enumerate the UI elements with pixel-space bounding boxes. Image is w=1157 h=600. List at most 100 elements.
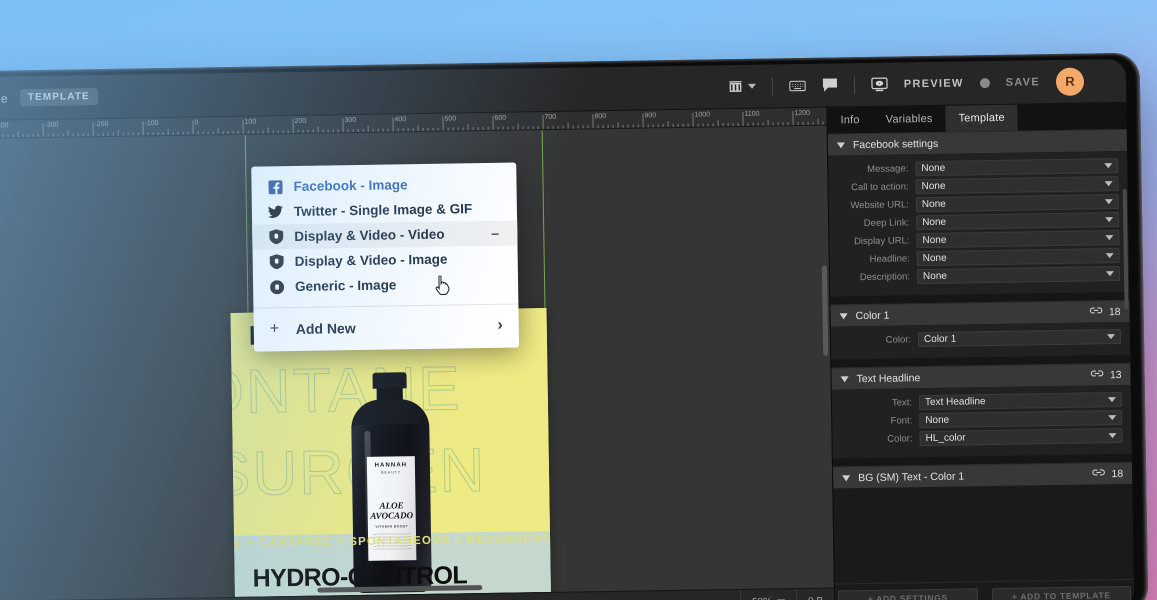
ruler-minor-tick (132, 132, 134, 136)
ruler-minor-tick (112, 132, 114, 136)
ruler-minor-tick (822, 121, 824, 125)
ruler-minor-tick (27, 134, 29, 138)
ruler-minor-tick (272, 130, 274, 134)
menu-item-label: Generic - Image (294, 277, 397, 294)
chevron-down-icon (747, 83, 756, 89)
app-screen: ge TEMPLATE PREVIEW SAVE R -400 -300 -20… (0, 58, 1135, 600)
chevron-down-icon (1104, 199, 1113, 205)
property-select-website-url[interactable]: None (915, 194, 1119, 213)
property-value: None (922, 216, 947, 229)
property-select-description[interactable]: None (916, 266, 1121, 285)
ruler-minor-tick (432, 127, 434, 131)
add-to-template-button[interactable]: + ADD TO TEMPLATE (991, 585, 1132, 600)
artboard[interactable]: ONTANE SURGEN HA HANNAH BEAUTY (230, 308, 552, 600)
property-value: None (921, 198, 946, 211)
property-select-headline-color[interactable]: HL_color (919, 428, 1123, 447)
panel-body: Facebook settings Message: None Call to … (827, 128, 1135, 600)
preview-eye-icon[interactable] (871, 77, 888, 92)
ruler-label: 1000 (694, 111, 711, 119)
ruler-label: 200 (294, 117, 307, 125)
menu-item-add-new[interactable]: + Add New › (253, 304, 519, 351)
ruler-major-tick (742, 111, 744, 126)
property-row: Deep Link: None (838, 212, 1120, 231)
comment-button[interactable] (822, 77, 838, 92)
save-button[interactable]: SAVE (1006, 76, 1041, 89)
triangle-down-icon (839, 312, 848, 319)
ruler-minor-tick (462, 127, 464, 131)
tab-variables[interactable]: Variables (873, 106, 946, 133)
add-settings-button[interactable]: + ADD SETTINGS (837, 588, 978, 600)
ruler-minor-tick (162, 132, 164, 136)
ruler-minor-tick (157, 132, 159, 136)
section-body-facebook-settings: Message: None Call to action: None Websi… (828, 150, 1130, 297)
section-title: Color 1 (855, 309, 890, 322)
ruler-minor-tick (667, 121, 669, 128)
preview-button[interactable]: PREVIEW (904, 77, 964, 90)
layout-columns-icon (728, 79, 743, 94)
ruler-minor-tick (757, 122, 759, 126)
property-select-message[interactable]: None (915, 158, 1119, 177)
property-select-headline[interactable]: None (916, 248, 1120, 267)
property-select-color[interactable]: Color 1 (917, 329, 1122, 348)
ruler-minor-tick (747, 122, 749, 126)
link-icon[interactable] (1091, 368, 1104, 382)
ruler-minor-tick (537, 126, 539, 130)
ruler-minor-tick (307, 129, 309, 133)
ruler-minor-tick (72, 133, 74, 137)
ruler-minor-tick (812, 121, 814, 125)
tab-info[interactable]: Info (827, 107, 873, 134)
link-icon[interactable] (1090, 305, 1103, 319)
ruler-minor-tick (722, 123, 724, 127)
canvas-vertical-scrollbar[interactable] (821, 265, 829, 356)
ruler-major-tick (392, 117, 394, 132)
template-badge[interactable]: TEMPLATE (19, 88, 98, 107)
layout-columns-button[interactable] (728, 79, 756, 94)
menu-item-generic-image[interactable]: Generic - Image (253, 270, 518, 299)
ruler-minor-tick (7, 134, 9, 138)
property-row: Color: HL_color (841, 428, 1123, 447)
property-select-text[interactable]: Text Headline (918, 392, 1123, 411)
ruler-minor-tick (652, 124, 654, 128)
ruler-minor-tick (202, 131, 204, 135)
chevron-down-icon (1108, 433, 1117, 439)
ruler-minor-tick (577, 125, 579, 129)
ruler-minor-tick (402, 128, 404, 132)
document-name[interactable]: ge (0, 91, 8, 105)
avatar[interactable]: R (1055, 67, 1085, 96)
ruler-minor-tick (612, 124, 614, 128)
property-select-call-to-action[interactable]: None (915, 176, 1119, 195)
menu-item-minus-icon[interactable]: − (491, 225, 499, 241)
desktop-backdrop: ge TEMPLATE PREVIEW SAVE R -400 -300 -20… (0, 0, 1157, 600)
ruler-minor-tick (257, 130, 259, 134)
keyboard-shortcuts-button[interactable] (789, 79, 806, 92)
ruler-minor-tick (312, 129, 314, 133)
bottle-brand: HANNAH (374, 462, 408, 469)
ruler-minor-tick (397, 128, 399, 132)
chevron-right-icon: › (497, 316, 503, 334)
property-row: Color: Color 1 (840, 329, 1122, 348)
ruler-minor-tick (787, 122, 789, 126)
ruler-label: -200 (94, 120, 109, 129)
section-meta: 18 (1092, 466, 1123, 480)
menu-item-label: Display & Video - Image (294, 251, 448, 269)
ruler-minor-tick (467, 124, 469, 131)
zoom-control[interactable]: 50% (739, 589, 797, 600)
ruler-minor-tick (352, 129, 354, 133)
format-dropdown-menu[interactable]: Facebook - Image Twitter - Single Image … (251, 162, 520, 352)
section-body-text-headline: Text: Text Headline Font: None Color: HL… (831, 384, 1132, 459)
property-select-display-url[interactable]: None (916, 230, 1120, 249)
ruler-minor-tick (237, 130, 239, 134)
ruler-minor-tick (682, 123, 684, 127)
ruler-minor-tick (637, 124, 639, 128)
property-row: Call to action: None (837, 176, 1119, 195)
link-icon[interactable] (1092, 467, 1106, 481)
property-select-deep-link[interactable]: None (916, 212, 1120, 231)
toolbar-divider-2 (853, 75, 855, 94)
tab-template[interactable]: Template (945, 104, 1018, 132)
ruler-major-tick (492, 115, 494, 130)
ruler-minor-tick (777, 122, 779, 126)
property-select-font[interactable]: None (919, 410, 1123, 429)
section-header-bg-sm-text-color-1[interactable]: BG (SM) Text - Color 1 18 (832, 461, 1133, 489)
ruler-minor-tick (727, 123, 729, 127)
ruler-minor-tick (802, 121, 804, 125)
